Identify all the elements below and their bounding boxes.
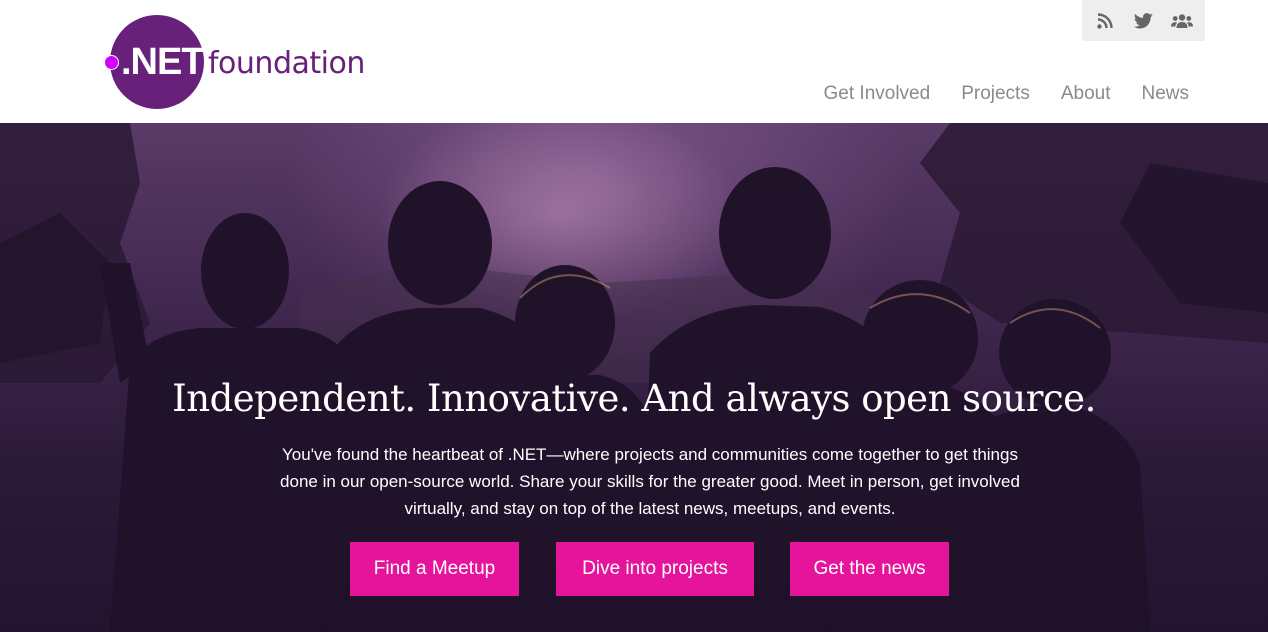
- hero-description: You've found the heartbeat of .NET—where…: [280, 445, 1020, 518]
- main-nav: Get Involved Projects About News: [824, 80, 1189, 108]
- twitter-icon: [1133, 12, 1153, 28]
- site-header: .NET foundation Get Involved Projects Ab…: [0, 0, 1268, 123]
- twitter-link[interactable]: [1126, 0, 1160, 41]
- hero-title: Independent. Innovative. And always open…: [172, 377, 1096, 420]
- nav-projects[interactable]: Projects: [961, 80, 1030, 108]
- dive-into-projects-button[interactable]: Dive into projects: [556, 542, 754, 596]
- dotnet-foundation-logo[interactable]: .NET foundation: [104, 15, 374, 109]
- social-links: [1082, 0, 1205, 41]
- community-link[interactable]: [1165, 0, 1199, 41]
- rss-icon: [1097, 12, 1113, 29]
- get-the-news-button[interactable]: Get the news: [790, 542, 949, 596]
- nav-get-involved[interactable]: Get Involved: [824, 80, 931, 108]
- hero-banner: Independent. Innovative. And always open…: [0, 123, 1268, 632]
- users-icon: [1170, 13, 1193, 28]
- nav-news[interactable]: News: [1141, 80, 1189, 108]
- nav-about[interactable]: About: [1061, 80, 1111, 108]
- logo-net-text: .NET: [121, 41, 205, 83]
- find-meetup-button[interactable]: Find a Meetup: [350, 542, 519, 596]
- logo-dot: [104, 55, 119, 70]
- rss-link[interactable]: [1088, 0, 1122, 41]
- logo-foundation-text: foundation: [208, 46, 365, 81]
